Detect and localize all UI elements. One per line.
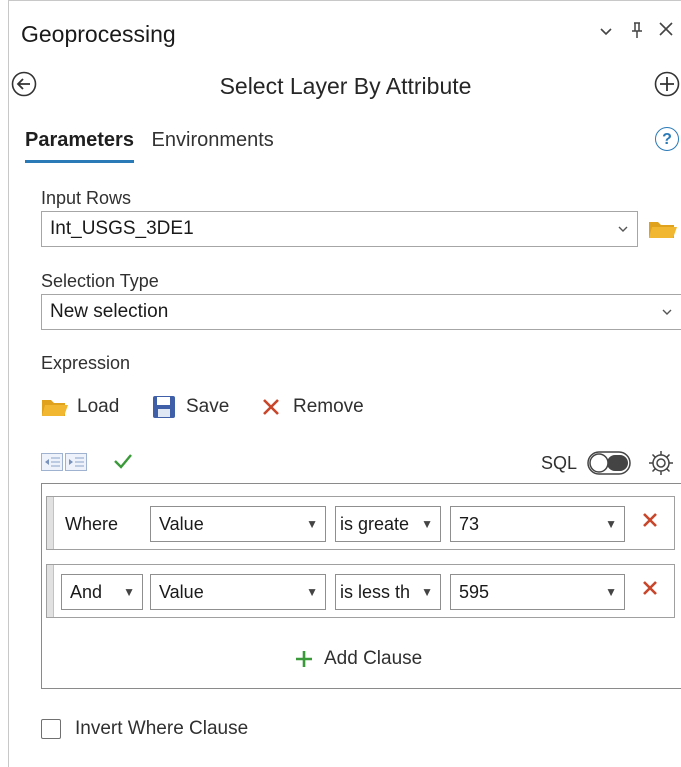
clause-value-combobox[interactable]: 595 ▼ xyxy=(450,574,625,610)
expression-label: Expression xyxy=(41,353,131,373)
browse-folder-icon[interactable] xyxy=(648,218,678,245)
help-icon[interactable]: ? xyxy=(655,127,679,151)
selection-type-dropdown[interactable]: New selection xyxy=(41,294,681,330)
input-rows-value: Int_USGS_3DE1 xyxy=(50,218,194,239)
clause-value-text: 595 xyxy=(459,582,490,602)
tab-parameters[interactable]: Parameters xyxy=(25,129,134,163)
clause-connector-dropdown[interactable]: And ▼ xyxy=(61,574,143,610)
tab-environments[interactable]: Environments xyxy=(152,129,274,160)
dropdown-arrow-icon: ▼ xyxy=(605,517,617,531)
clause-value-text: 73 xyxy=(459,514,480,534)
clause-row-2: And ▼ Value ▼ is less th ▼ 595 ▼ xyxy=(46,564,675,618)
dropdown-arrow-icon: ▼ xyxy=(123,585,135,599)
clause-field-value: Value xyxy=(159,514,204,534)
save-label: Save xyxy=(186,396,230,417)
pane-title: Geoprocessing xyxy=(21,21,176,47)
clause-field-dropdown[interactable]: Value ▼ xyxy=(150,506,326,542)
indent-right-icon[interactable] xyxy=(65,453,87,476)
sql-toggle-label: SQL xyxy=(541,453,578,473)
pin-icon[interactable] xyxy=(629,21,645,44)
clause-operator-value: is less th xyxy=(340,582,411,602)
where-clause-box: Where Value ▼ is greate ▼ 73 ▼ And ▼ Val… xyxy=(41,483,681,689)
drag-handle[interactable] xyxy=(47,497,54,549)
clause-operator-value: is greate xyxy=(340,514,410,534)
tool-title: Select Layer By Attribute xyxy=(219,73,472,99)
indent-left-icon[interactable] xyxy=(41,453,63,476)
clause-field-value: Value xyxy=(159,582,204,602)
verify-checkmark-icon[interactable] xyxy=(113,452,133,475)
input-rows-dropdown[interactable]: Int_USGS_3DE1 xyxy=(41,211,638,247)
remove-x-icon xyxy=(263,399,279,415)
add-clause-button[interactable]: Add Clause xyxy=(294,648,422,670)
save-disk-icon xyxy=(153,396,175,418)
dropdown-arrow-icon: ▼ xyxy=(306,585,318,599)
dropdown-arrow-icon: ▼ xyxy=(418,507,433,541)
add-circle-icon[interactable] xyxy=(654,71,680,102)
pane-menu-chevron-icon[interactable] xyxy=(599,23,613,43)
geoprocessing-pane: Geoprocessing Select Layer By Attribute … xyxy=(8,0,681,767)
add-clause-label: Add Clause xyxy=(324,648,423,669)
load-label: Load xyxy=(77,396,120,417)
dropdown-arrow-icon: ▼ xyxy=(418,575,433,609)
load-button[interactable]: Load xyxy=(41,396,119,418)
invert-where-checkbox[interactable] xyxy=(41,719,61,739)
clause-operator-dropdown[interactable]: is greate ▼ xyxy=(335,506,441,542)
dropdown-arrow-icon: ▼ xyxy=(605,585,617,599)
drag-handle[interactable] xyxy=(47,565,54,617)
dropdown-arrow-icon: ▼ xyxy=(306,517,318,531)
folder-open-icon xyxy=(42,400,68,416)
clause-operator-dropdown[interactable]: is less th ▼ xyxy=(335,574,441,610)
plus-icon xyxy=(296,651,312,667)
selection-type-label: Selection Type xyxy=(41,271,159,291)
input-rows-label: Input Rows xyxy=(41,188,132,208)
invert-where-label: Invert Where Clause xyxy=(75,718,249,739)
clause-field-dropdown[interactable]: Value ▼ xyxy=(150,574,326,610)
tab-strip: Parameters Environments xyxy=(25,129,286,163)
delete-clause-icon[interactable] xyxy=(641,576,659,604)
selection-type-value: New selection xyxy=(50,301,169,322)
clause-connector-where: Where xyxy=(65,514,119,534)
clause-connector-value: And xyxy=(70,582,103,602)
chevron-down-icon xyxy=(617,212,629,259)
remove-button[interactable]: Remove xyxy=(261,396,364,418)
save-button[interactable]: Save xyxy=(152,395,229,419)
close-icon[interactable] xyxy=(657,20,675,43)
clause-value-combobox[interactable]: 73 ▼ xyxy=(450,506,625,542)
gear-icon[interactable] xyxy=(648,450,674,481)
chevron-down-icon xyxy=(661,295,673,342)
delete-clause-icon[interactable] xyxy=(641,508,659,536)
sql-toggle-switch[interactable] xyxy=(587,451,631,480)
clause-row-1: Where Value ▼ is greate ▼ 73 ▼ xyxy=(46,496,675,550)
remove-label: Remove xyxy=(293,396,364,417)
